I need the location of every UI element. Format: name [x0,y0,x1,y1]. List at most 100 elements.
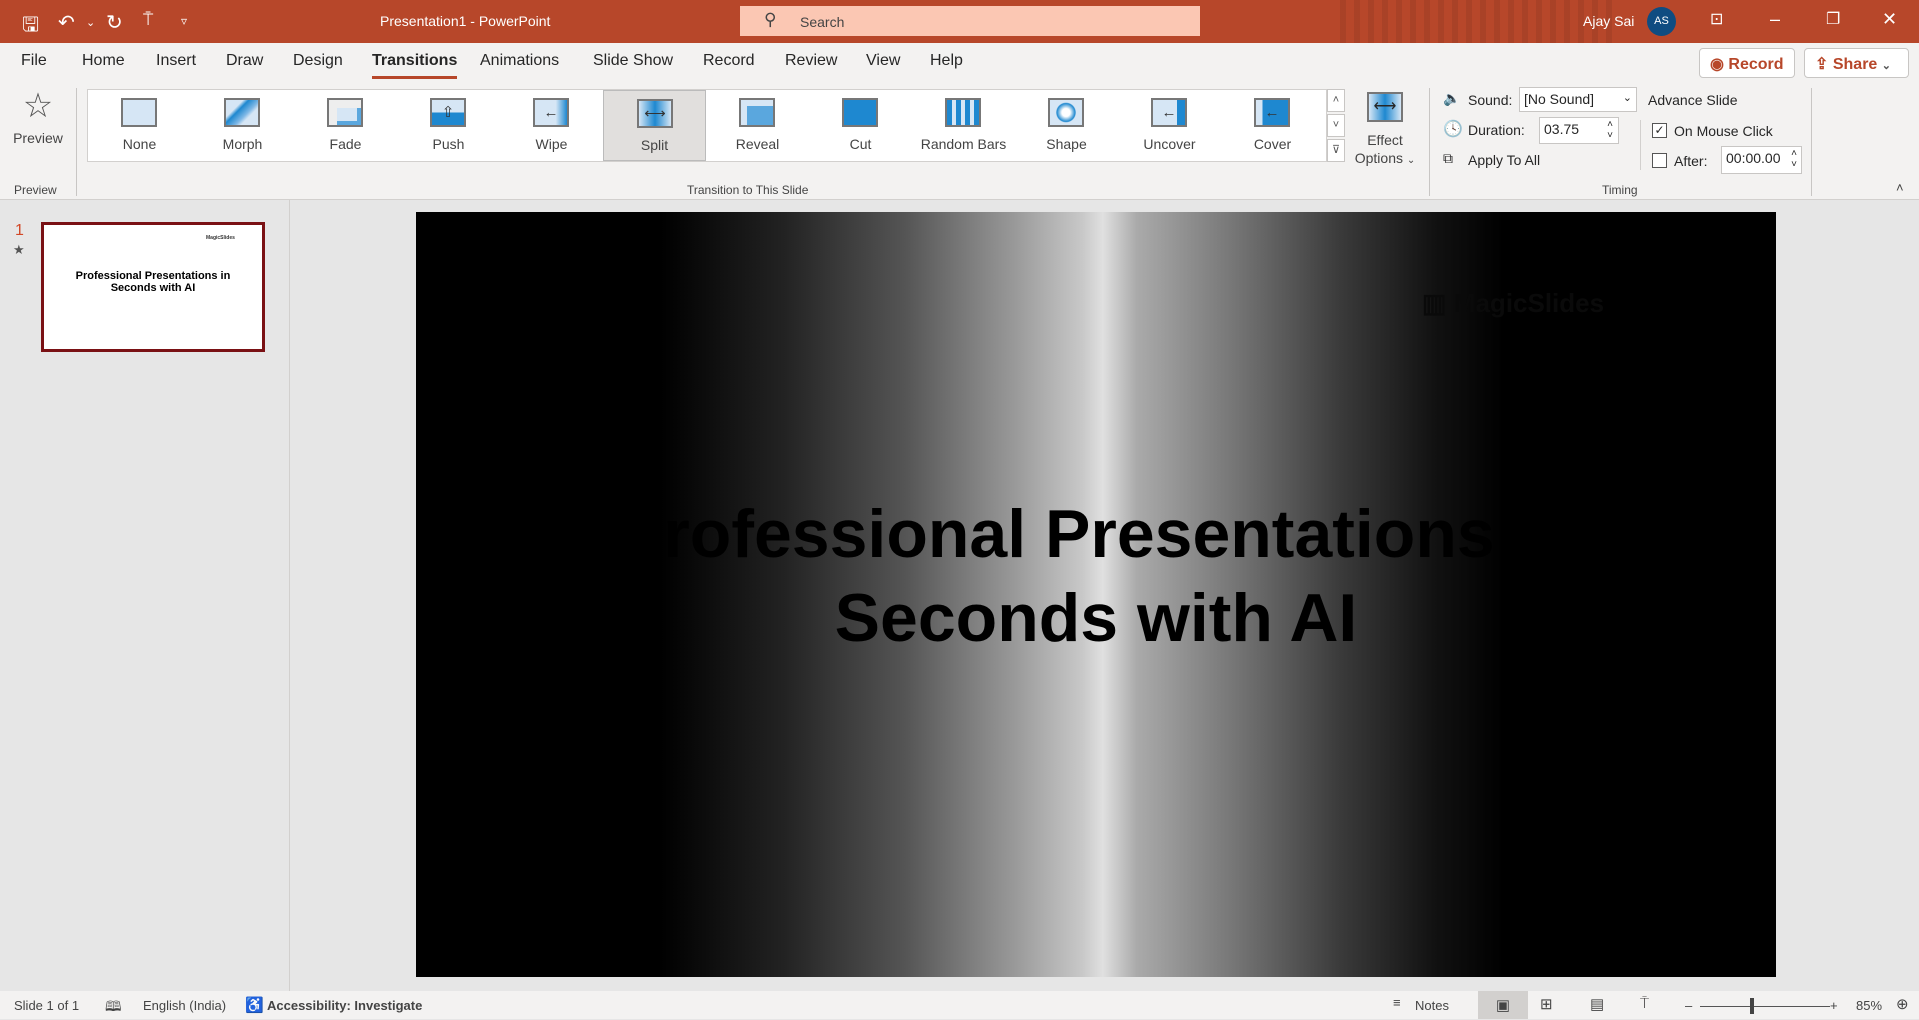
transition-random-bars[interactable]: Random Bars [912,90,1015,161]
split-transition-icon: ⟷ [637,99,673,128]
tab-review[interactable]: Review [785,52,837,70]
chevron-down-icon: ⌄ [1881,60,1891,72]
effect-options-label-2: Options [1354,150,1403,166]
zoom-in-icon[interactable]: + [1830,998,1838,1013]
clock-icon: 🕓 [1443,121,1463,138]
fit-to-window-icon[interactable]: ⊕ [1896,995,1909,1013]
cover-transition-icon: ← [1254,98,1290,127]
on-mouse-click-checkbox[interactable]: ✓ [1652,123,1667,138]
after-checkbox[interactable] [1652,153,1667,168]
tab-animations[interactable]: Animations [480,52,559,70]
tab-help[interactable]: Help [930,52,963,70]
slide-sorter-icon[interactable]: ⊞ [1540,995,1553,1013]
random-bars-transition-icon [945,98,981,127]
normal-view-icon[interactable]: ▣ [1478,991,1528,1019]
tab-file[interactable]: File [21,52,47,70]
transition-cut[interactable]: Cut [809,90,912,161]
transition-push[interactable]: ⇧ Push [397,90,500,161]
transition-label: Cut [849,136,872,152]
undo-dropdown-icon[interactable]: ⌄ [86,16,95,29]
effect-options-label-1: Effect [1367,132,1403,148]
sound-dropdown[interactable]: [No Sound] ⌄ [1519,87,1637,112]
save-icon[interactable]: 🖫 [22,10,39,44]
zoom-level[interactable]: 85% [1856,998,1882,1013]
tab-home[interactable]: Home [82,52,125,70]
record-button[interactable]: ◉ Record [1699,48,1795,78]
transition-fade[interactable]: Fade [294,90,397,161]
after-value: 00:00.00 [1726,150,1781,166]
transition-cover[interactable]: ← Cover [1221,90,1324,161]
notes-button[interactable]: Notes [1415,998,1449,1013]
gallery-expand[interactable]: ⊽ [1327,139,1345,162]
search-box[interactable]: ⚲ Search [740,6,1200,36]
title-bar-decoration [1340,0,1620,43]
preview-star-icon: ☆ [22,87,54,125]
document-title: Presentation1 - PowerPoint [380,13,551,29]
effect-options-button[interactable]: ⟷ Effect Options ⌄ [1352,92,1418,182]
slide-canvas[interactable]: ▥ MagicSlides Professional Presentations… [416,212,1776,977]
tab-slide-show[interactable]: Slide Show [593,52,673,70]
gallery-scroll-down[interactable]: ˅ [1327,114,1345,137]
ribbon-display-icon[interactable]: ⊡ [1710,9,1723,29]
divider [1640,120,1641,170]
restore-icon[interactable]: ❐ [1826,9,1840,29]
language-indicator[interactable]: English (India) [143,998,226,1013]
avatar[interactable]: AS [1647,7,1676,36]
share-button[interactable]: ⇪ Share ⌄ [1804,48,1909,78]
transition-shape[interactable]: Shape [1015,90,1118,161]
zoom-slider[interactable] [1700,1006,1830,1007]
transition-split[interactable]: ⟷ Split [603,90,706,161]
duration-label: Duration: [1468,122,1525,138]
thumbnail-logo: MagicSlides [206,235,235,241]
undo-icon[interactable]: ↶ [58,10,75,35]
after-time-stepper[interactable]: 00:00.00 ˄ ˅ [1721,146,1802,174]
search-placeholder: Search [800,14,845,30]
tab-view[interactable]: View [866,52,900,70]
transition-label: Wipe [535,136,568,152]
duration-stepper[interactable]: 03.75 ˄ ˅ [1539,117,1619,144]
apply-to-all-button[interactable]: Apply To All [1468,152,1540,168]
title-bar: 🖫 ↶ ⌄ ↻ ⍑ ▿ Presentation1 - PowerPoint ⚲… [0,0,1919,43]
tab-record[interactable]: Record [703,52,755,70]
reveal-transition-icon [739,98,775,127]
morph-transition-icon [224,98,260,127]
gallery-scroll-up[interactable]: ˄ [1327,89,1345,112]
spelling-book-icon[interactable]: 🕮 [105,996,122,1020]
transition-morph[interactable]: Morph [191,90,294,161]
tab-insert[interactable]: Insert [156,52,196,70]
tab-design[interactable]: Design [293,52,343,70]
transition-gallery: None Morph Fade ⇧ Push ← Wipe ⟷ Split Reveal Cut Ra… [87,89,1327,162]
present-icon[interactable]: ⍑ [143,10,153,30]
search-icon: ⚲ [764,10,777,29]
accessibility-button[interactable]: Accessibility: Investigate [267,998,422,1013]
notes-icon: ≡ [1393,995,1401,1010]
slide-title-line-1: Professional Presentations in [617,496,1575,572]
slide-thumbnail[interactable]: MagicSlides Professional Presentations i… [41,222,265,352]
slide-title[interactable]: Professional Presentations in Seconds wit… [416,492,1776,660]
collapse-ribbon-icon[interactable]: ˄ [1896,180,1904,195]
zoom-out-icon[interactable]: – [1685,998,1692,1013]
transition-none[interactable]: None [88,90,191,161]
transition-reveal[interactable]: Reveal [706,90,809,161]
close-icon[interactable]: ✕ [1882,9,1897,30]
zoom-slider-thumb[interactable] [1750,998,1754,1014]
transition-star-icon: ★ [13,242,25,257]
split-effect-icon: ⟷ [1367,92,1403,122]
reading-view-icon[interactable]: ▤ [1590,995,1604,1013]
redo-icon[interactable]: ↻ [106,10,123,35]
chevron-down-icon: ⌄ [1406,155,1416,166]
slide-logo-text: MagicSlides [1453,288,1605,318]
none-transition-icon [121,98,157,127]
slide-show-icon[interactable]: ⍑ [1640,995,1649,1012]
transition-wipe[interactable]: ← Wipe [500,90,603,161]
transition-uncover[interactable]: ← Uncover [1118,90,1221,161]
advance-slide-label: Advance Slide [1648,92,1738,108]
minimize-icon[interactable]: – [1770,9,1780,30]
customize-toolbar-icon[interactable]: ▿ [181,14,187,28]
group-label-timing: Timing [1602,183,1638,197]
tab-transitions[interactable]: Transitions [372,52,458,79]
tab-draw[interactable]: Draw [226,52,263,70]
group-label-transitions: Transition to This Slide [687,183,809,197]
on-mouse-click-label: On Mouse Click [1674,123,1773,139]
preview-button[interactable]: ☆ Preview [8,88,68,168]
